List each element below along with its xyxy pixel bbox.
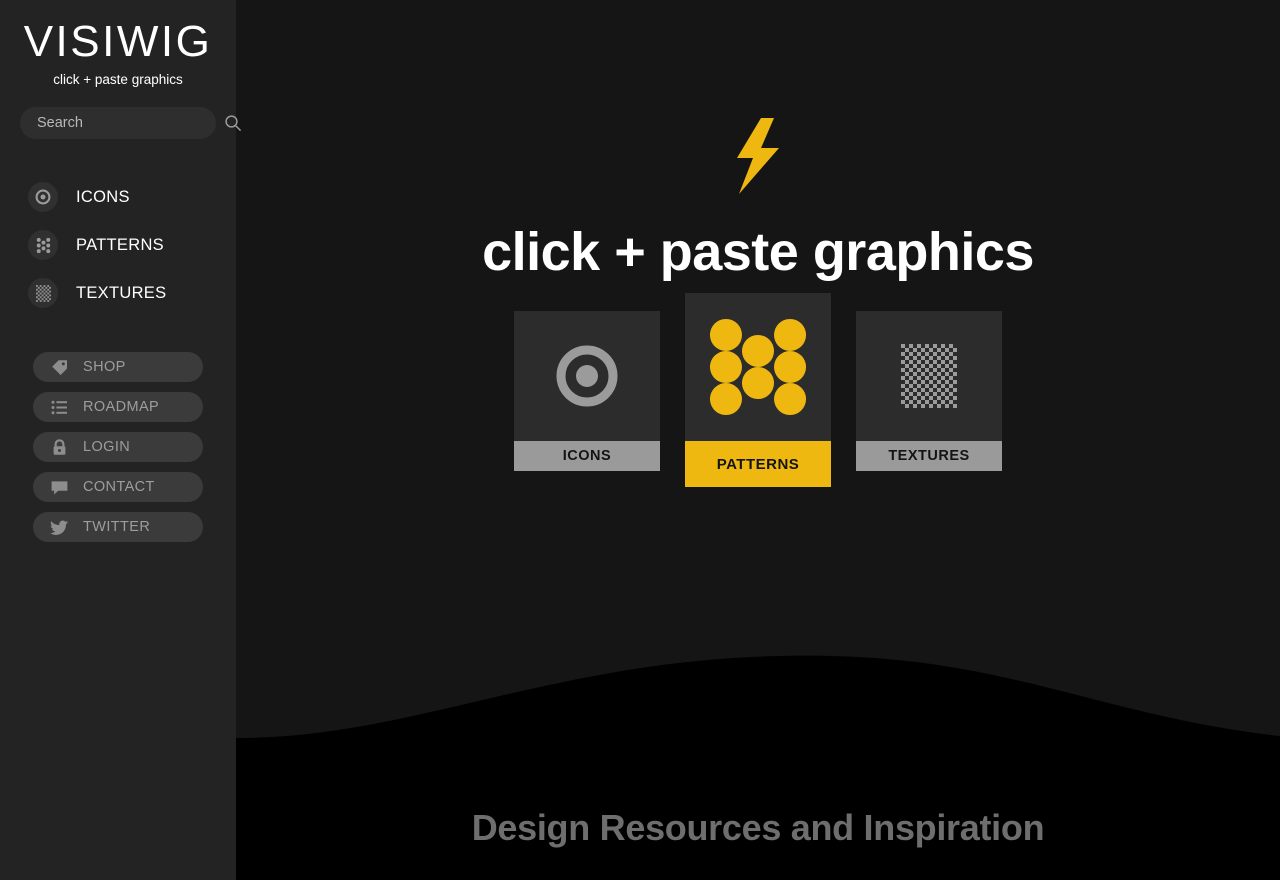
twitter-bird-icon	[50, 518, 69, 537]
tag-icon	[50, 358, 69, 377]
secondary-nav: SHOP ROADMAP	[0, 352, 236, 542]
sidebar-item-label: ICONS	[76, 188, 130, 207]
card-art	[685, 293, 831, 441]
card-textures[interactable]: TEXTURES	[856, 311, 1002, 471]
card-icons[interactable]: ICONS	[514, 311, 660, 471]
card-label: PATTERNS	[685, 441, 831, 487]
main-content: click + paste graphics ICONS	[236, 0, 1280, 880]
bolt-wrapper	[236, 0, 1280, 194]
sidebar-item-twitter[interactable]: TWITTER	[33, 512, 203, 542]
sidebar: VISIWIG click + paste graphics	[0, 0, 236, 880]
sidebar-item-contact[interactable]: CONTACT	[33, 472, 203, 502]
sidebar-item-patterns[interactable]: PATTERNS	[0, 221, 236, 269]
sidebar-item-shop[interactable]: SHOP	[33, 352, 203, 382]
chat-bubble-icon	[50, 478, 69, 497]
category-nav: ICONS	[0, 173, 236, 317]
sidebar-item-label: SHOP	[83, 359, 126, 375]
card-label: TEXTURES	[856, 441, 1002, 471]
sidebar-item-icons[interactable]: ICONS	[0, 173, 236, 221]
brand[interactable]: VISIWIG click + paste graphics	[0, 0, 236, 89]
card-art	[514, 311, 660, 441]
lock-icon	[50, 438, 69, 457]
sidebar-item-login[interactable]: LOGIN	[33, 432, 203, 462]
sidebar-item-label: TWITTER	[83, 519, 150, 535]
target-icon	[552, 341, 622, 411]
checkerboard-icon	[901, 344, 957, 408]
category-cards: ICONS	[236, 311, 1280, 487]
brand-logo: VISIWIG	[0, 16, 236, 68]
card-art	[856, 311, 1002, 441]
brand-tagline: click + paste graphics	[0, 71, 236, 89]
search-input[interactable]	[37, 115, 224, 131]
sidebar-item-roadmap[interactable]: ROADMAP	[33, 392, 203, 422]
sidebar-item-label: LOGIN	[83, 439, 130, 455]
card-label: ICONS	[514, 441, 660, 471]
hero-section: click + paste graphics ICONS	[236, 0, 1280, 487]
sidebar-item-textures[interactable]: TEXTURES	[0, 269, 236, 317]
dots-pattern-icon	[709, 318, 807, 416]
target-icon	[28, 182, 58, 212]
dots-pattern-icon	[28, 230, 58, 260]
page-title: click + paste graphics	[236, 222, 1280, 282]
footer-wave-section: Design Resources and Inspiration	[236, 640, 1280, 880]
list-icon	[50, 398, 69, 417]
checkerboard-icon	[28, 278, 58, 308]
sidebar-item-label: TEXTURES	[76, 284, 166, 303]
footer-headline: Design Resources and Inspiration	[236, 807, 1280, 849]
search-bar[interactable]	[20, 107, 216, 139]
card-patterns[interactable]: PATTERNS	[685, 293, 831, 487]
lightning-bolt-icon	[728, 118, 788, 194]
search-icon[interactable]	[224, 114, 242, 132]
sidebar-item-label: CONTACT	[83, 479, 155, 495]
page-root: VISIWIG click + paste graphics	[0, 0, 1280, 880]
sidebar-item-label: ROADMAP	[83, 399, 159, 415]
sidebar-item-label: PATTERNS	[76, 236, 164, 255]
